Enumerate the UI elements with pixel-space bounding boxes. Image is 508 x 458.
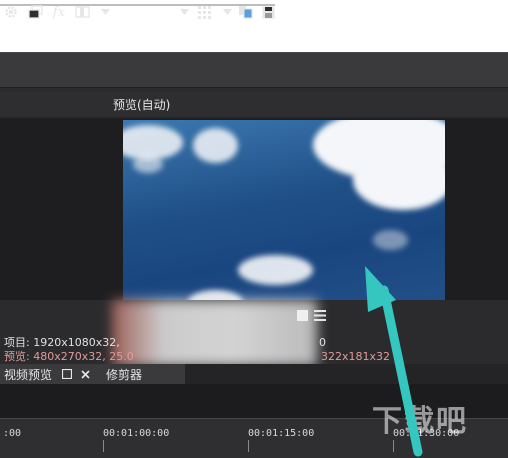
preview-info: 预览: 480x270x32, 25.0 xyxy=(4,350,134,363)
preview-quality-chevron-icon[interactable] xyxy=(176,4,192,20)
save-icon[interactable] xyxy=(260,4,276,20)
video-preview-area xyxy=(0,118,508,300)
chevron-down-icon[interactable] xyxy=(97,4,113,20)
track-strip xyxy=(0,52,508,88)
copy-icon[interactable] xyxy=(237,4,253,20)
tab-video-preview-label: 视频预览 xyxy=(4,367,53,382)
project-info: 项目: 1920x1080x32, xyxy=(4,336,120,349)
tab-trimmer-label: 修剪器 xyxy=(106,367,143,382)
gear-icon[interactable] xyxy=(3,4,19,20)
overlay-value-bottom: 322x181x32 xyxy=(321,350,391,363)
tick-mark xyxy=(248,440,249,452)
grid-chevron-icon[interactable] xyxy=(219,4,235,20)
panel-tabs: 视频预览 修剪器 xyxy=(0,364,508,384)
tick-label: 00:01:00:00 xyxy=(103,428,170,439)
tick-label: :00 xyxy=(3,428,22,439)
layers-icon[interactable] xyxy=(27,4,43,20)
preview-quality-label[interactable]: 预览(自动) xyxy=(113,96,170,113)
split-view-icon[interactable] xyxy=(74,4,90,20)
tick-mark xyxy=(103,440,104,452)
square-icon[interactable] xyxy=(294,307,310,323)
tab-trimmer[interactable]: 修剪器 xyxy=(104,364,142,384)
preview-toolbar xyxy=(0,92,508,116)
tick-mark xyxy=(393,440,394,452)
grid-icon[interactable] xyxy=(196,4,212,20)
video-frame xyxy=(123,120,445,300)
tab-video-preview[interactable]: 视频预览 xyxy=(0,364,185,384)
restore-icon[interactable] xyxy=(60,367,74,381)
tick-label: 00:01:15:00 xyxy=(248,428,315,439)
overlay-value-top: 0 xyxy=(319,336,326,349)
watermark-text: 下载吧 xyxy=(372,404,468,439)
fx-icon[interactable]: fx xyxy=(51,4,67,20)
close-icon[interactable] xyxy=(78,367,92,381)
hamburger-icon[interactable] xyxy=(312,307,328,323)
blurred-overlay xyxy=(112,300,317,366)
